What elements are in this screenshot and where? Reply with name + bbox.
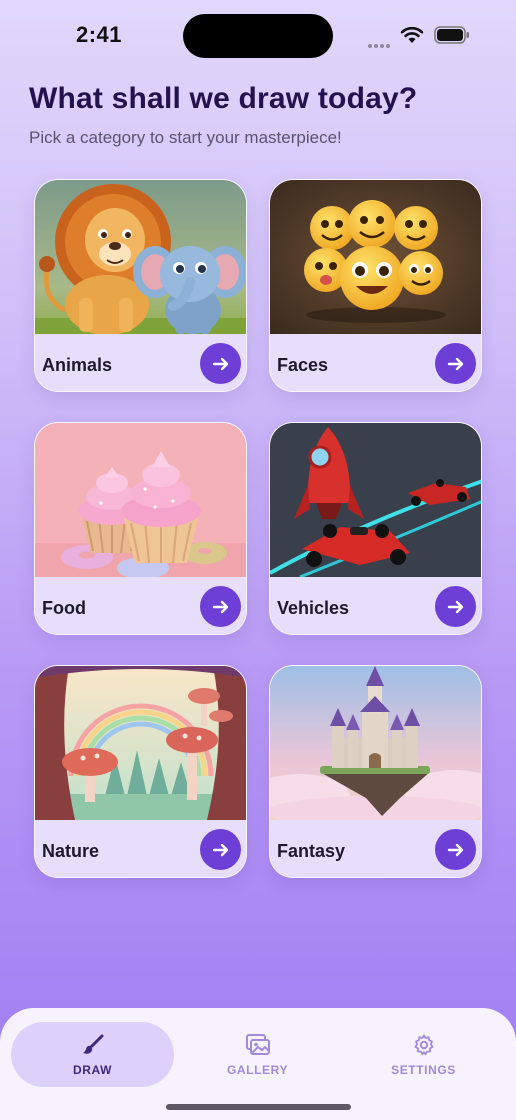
- gallery-icon: [245, 1033, 270, 1055]
- faces-illustration: [270, 180, 481, 334]
- animals-illustration: [35, 180, 246, 334]
- home-indicator[interactable]: [166, 1104, 351, 1110]
- tab-label: SETTINGS: [391, 1062, 456, 1077]
- card-footer: Vehicles: [270, 577, 481, 634]
- arrow-right-icon: [212, 843, 228, 856]
- page-title: What shall we draw today?: [29, 82, 418, 115]
- nature-illustration: [35, 666, 246, 820]
- gear-icon: [414, 1034, 433, 1055]
- card-label: Fantasy: [277, 841, 346, 861]
- tab-gallery[interactable]: GALLERY: [176, 1022, 339, 1087]
- food-illustration: [35, 423, 246, 577]
- arrow-right-icon: [447, 600, 463, 613]
- open-faces-button[interactable]: [435, 343, 476, 384]
- category-card-fantasy[interactable]: Fantasy: [269, 665, 482, 878]
- card-label: Faces: [277, 355, 329, 375]
- card-label: Animals: [42, 355, 113, 375]
- open-animals-button[interactable]: [200, 343, 241, 384]
- vehicles-illustration: [270, 423, 481, 577]
- fantasy-illustration: [270, 666, 481, 820]
- category-card-animals[interactable]: Animals: [34, 179, 247, 392]
- open-nature-button[interactable]: [200, 829, 241, 870]
- page-subtitle: Pick a category to start your masterpiec…: [29, 128, 342, 147]
- signal-icon: [368, 35, 394, 48]
- battery-icon: [434, 26, 469, 44]
- card-footer: Fantasy: [270, 820, 481, 877]
- open-vehicles-button[interactable]: [435, 586, 476, 627]
- card-footer: Animals: [35, 334, 246, 391]
- brush-icon: [82, 1034, 103, 1054]
- card-footer: Food: [35, 577, 246, 634]
- wifi-icon: [400, 26, 424, 43]
- open-food-button[interactable]: [200, 586, 241, 627]
- category-card-vehicles[interactable]: Vehicles: [269, 422, 482, 635]
- tab-settings[interactable]: SETTINGS: [342, 1022, 505, 1087]
- tab-label: GALLERY: [226, 1062, 289, 1077]
- open-fantasy-button[interactable]: [435, 829, 476, 870]
- category-card-nature[interactable]: Nature: [34, 665, 247, 878]
- category-card-food[interactable]: Food: [34, 422, 247, 635]
- card-footer: Faces: [270, 334, 481, 391]
- card-label: Vehicles: [277, 598, 350, 618]
- arrow-right-icon: [212, 600, 228, 613]
- card-label: Food: [42, 598, 86, 618]
- card-label: Nature: [42, 841, 100, 861]
- card-footer: Nature: [35, 820, 246, 877]
- arrow-right-icon: [447, 357, 463, 370]
- arrow-right-icon: [212, 357, 228, 370]
- dynamic-island: [183, 14, 333, 58]
- status-time: 2:41: [76, 22, 123, 47]
- tab-label: DRAW: [72, 1062, 113, 1077]
- category-card-faces[interactable]: Faces: [269, 179, 482, 392]
- arrow-right-icon: [447, 843, 463, 856]
- tab-draw[interactable]: DRAW: [11, 1022, 174, 1087]
- status-bar: 2:41: [0, 0, 516, 70]
